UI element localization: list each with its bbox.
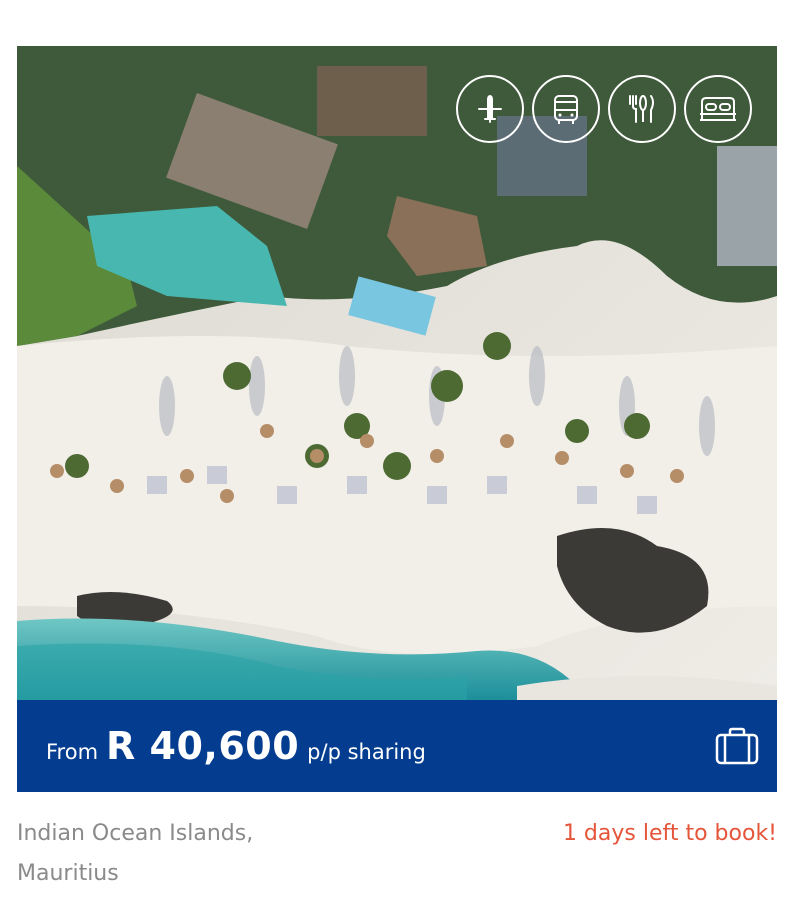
resort-aerial-photo[interactable] <box>17 46 777 700</box>
location-region: Indian Ocean Islands, <box>17 821 254 846</box>
destination-location[interactable]: Indian Ocean Islands, Mauritius <box>17 814 337 894</box>
price-bar[interactable]: From R 40,600 p/p sharing <box>17 700 777 792</box>
bed-icon[interactable] <box>684 75 752 143</box>
price-label: From R 40,600 p/p sharing <box>46 724 426 768</box>
bus-transfer-icon[interactable] <box>532 75 600 143</box>
inclusions-icons <box>456 75 752 143</box>
flight-icon[interactable] <box>456 75 524 143</box>
booking-deadline-notice: 1 days left to book! <box>562 821 777 846</box>
deal-meta: Indian Ocean Islands, Mauritius 1 days l… <box>17 814 777 894</box>
beach-resort-illustration <box>17 46 777 700</box>
suitcase-icon[interactable] <box>715 726 759 766</box>
price-amount: R 40,600 <box>106 724 300 768</box>
price-suffix: p/p sharing <box>307 740 426 764</box>
price-prefix: From <box>46 740 99 764</box>
meals-icon[interactable] <box>608 75 676 143</box>
deal-card[interactable]: From R 40,600 p/p sharing Indian Ocean I… <box>17 46 777 894</box>
location-country: Mauritius <box>17 861 119 886</box>
